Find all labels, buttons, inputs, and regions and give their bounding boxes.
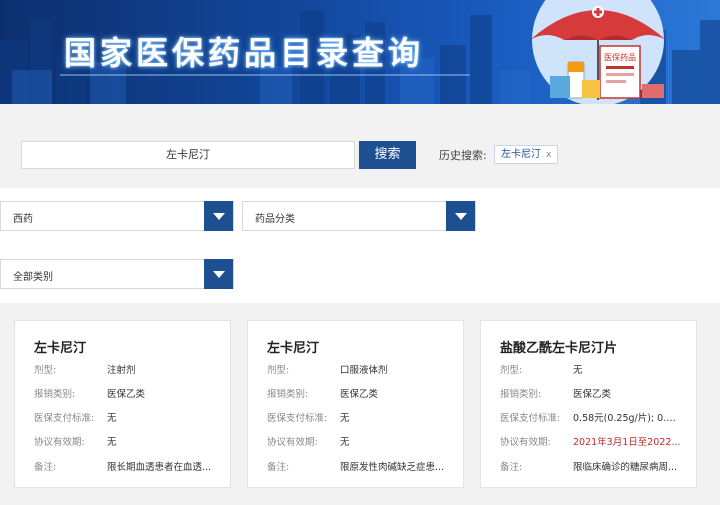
field-label: 剂型: — [34, 365, 57, 376]
drug-type-select[interactable]: 西药 — [0, 201, 234, 231]
drug-category-value: 药品分类 — [255, 214, 295, 225]
field-label: 备注: — [34, 462, 57, 473]
field-value: 无 — [340, 413, 350, 424]
chevron-down-icon[interactable] — [446, 201, 475, 231]
history-tag[interactable]: 左卡尼汀 x — [494, 145, 559, 164]
drug-card[interactable]: 盐酸乙酰左卡尼汀片 剂型: 无 报销类别: 医保乙类 医保支付标准: 0.58元(0.… — [480, 320, 697, 488]
field-label: 剂型: — [267, 365, 290, 376]
field-value: 限长期血透患者在血透... — [107, 462, 212, 473]
field-value: 医保乙类 — [573, 389, 612, 400]
field-value: 无 — [107, 437, 117, 448]
field-value: 限原发性肉碱缺乏症患... — [340, 462, 445, 473]
drug-category-select[interactable]: 药品分类 — [242, 201, 476, 231]
page-title: 国家医保药品目录查询 — [64, 34, 425, 72]
drug-name[interactable]: 左卡尼汀 — [267, 337, 319, 356]
drug-card[interactable]: 左卡尼汀 剂型: 口服液体剂 报销类别: 医保乙类 医保支付标准: 无 协议有效期: 无… — [247, 320, 464, 488]
field-value: 无 — [340, 437, 350, 448]
field-label: 医保支付标准: — [500, 413, 561, 424]
drug-class-select[interactable]: 全部类别 — [0, 259, 234, 289]
field-label: 协议有效期: — [500, 437, 551, 448]
header-banner: 国家医保药品目录查询 医保药品 — [0, 0, 720, 104]
history-tag-label[interactable]: 左卡尼汀 — [501, 149, 541, 160]
field-value-expiry: 2021年3月1日至2022... — [573, 437, 681, 448]
field-label: 医保支付标准: — [267, 413, 328, 424]
title-underline — [60, 74, 470, 76]
search-button[interactable]: 搜索 — [359, 141, 416, 169]
field-value: 0.58元(0.25g/片); 0.9... — [573, 413, 681, 424]
chevron-down-icon[interactable] — [204, 201, 233, 231]
drug-type-value: 西药 — [13, 214, 33, 225]
drug-name[interactable]: 盐酸乙酰左卡尼汀片 — [500, 337, 617, 356]
search-history-label: 历史搜索: — [439, 149, 487, 162]
field-value: 医保乙类 — [107, 389, 146, 400]
field-label: 报销类别: — [34, 389, 76, 400]
field-value: 限临床确诊的糖尿病周... — [573, 462, 678, 473]
history-tag-close-icon[interactable]: x — [546, 150, 551, 160]
drug-name[interactable]: 左卡尼汀 — [34, 337, 86, 356]
field-value: 口服液体剂 — [340, 365, 388, 376]
drug-card[interactable]: 左卡尼汀 剂型: 注射剂 报销类别: 医保乙类 医保支付标准: 无 协议有效期: 无 备… — [14, 320, 231, 488]
insurance-umbrella-illustration: 医保药品 — [530, 0, 666, 104]
field-label: 协议有效期: — [267, 437, 318, 448]
field-label: 报销类别: — [500, 389, 542, 400]
field-value: 注射剂 — [107, 365, 136, 376]
drug-class-value: 全部类别 — [13, 272, 53, 283]
field-value: 医保乙类 — [340, 389, 379, 400]
illustration-sign-text: 医保药品 — [604, 52, 636, 62]
field-label: 报销类别: — [267, 389, 309, 400]
chevron-down-icon[interactable] — [204, 259, 233, 289]
field-value: 无 — [573, 365, 583, 376]
field-label: 协议有效期: — [34, 437, 85, 448]
field-label: 剂型: — [500, 365, 523, 376]
field-label: 医保支付标准: — [34, 413, 95, 424]
field-label: 备注: — [267, 462, 290, 473]
search-input[interactable]: 左卡尼汀 — [21, 141, 355, 169]
field-label: 备注: — [500, 462, 523, 473]
field-value: 无 — [107, 413, 117, 424]
